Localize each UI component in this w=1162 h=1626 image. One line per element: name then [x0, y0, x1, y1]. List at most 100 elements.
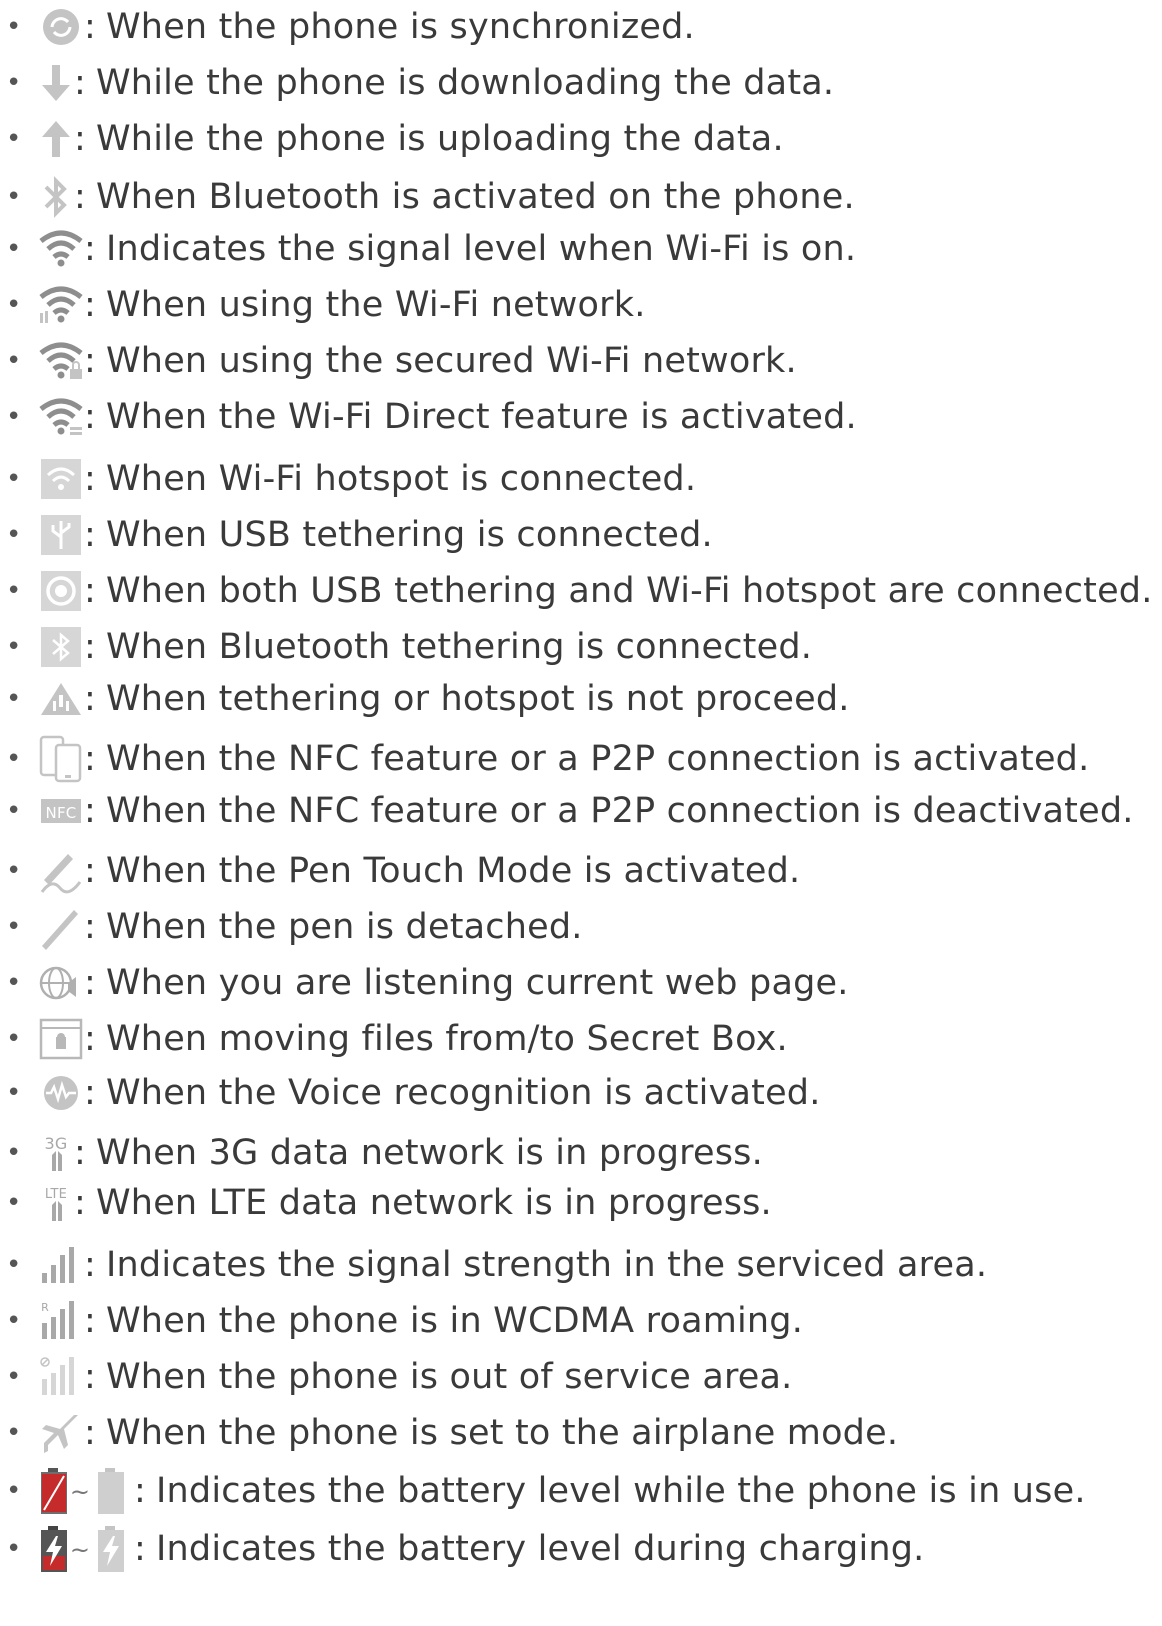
colon: : — [74, 119, 86, 159]
list-item-text: While the phone is uploading the data. — [96, 119, 784, 159]
colon: : — [84, 739, 96, 779]
bullet: • — [6, 346, 22, 376]
list-item: • : When using the secured Wi-Fi network… — [0, 336, 797, 386]
nfc-label: NFC — [46, 804, 77, 822]
wifi-secured-icon — [38, 339, 84, 383]
list-item: • : When USB tethering is connected. — [0, 510, 713, 560]
bullet: • — [6, 1250, 22, 1280]
list-item: • : When both USB tethering and Wi-Fi ho… — [0, 566, 1153, 616]
bullet: • — [6, 12, 22, 42]
bullet: • — [6, 234, 22, 264]
list-item: • : Indicates the signal level when Wi-F… — [0, 224, 856, 274]
list-item: • : When the phone is synchronized. — [0, 2, 695, 52]
colon: : — [84, 627, 96, 667]
bullet: • — [6, 68, 22, 98]
list-item-text: When both USB tethering and Wi-Fi hotspo… — [106, 571, 1153, 611]
list-item-text: When the Pen Touch Mode is activated. — [106, 851, 801, 891]
colon: : — [74, 1183, 86, 1223]
list-item-text: When LTE data network is in progress. — [96, 1183, 772, 1223]
upload-icon — [38, 117, 74, 161]
3g-icon: 3G — [38, 1131, 74, 1175]
list-item-text: When the NFC feature or a P2P connection… — [106, 739, 1090, 779]
colon: : — [74, 1133, 86, 1173]
list-item-text: When 3G data network is in progress. — [96, 1133, 763, 1173]
secret-box-icon — [38, 1017, 84, 1061]
3g-label: 3G — [45, 1134, 68, 1153]
colon: : — [84, 1073, 96, 1113]
list-item: • : When the Wi-Fi Direct feature is act… — [0, 392, 857, 442]
list-item-text: Indicates the signal level when Wi-Fi is… — [106, 229, 857, 269]
lte-label: LTE — [45, 1187, 67, 1202]
bluetooth-tethering-icon — [38, 625, 84, 669]
signal-strength-icon — [38, 1243, 84, 1287]
bullet: • — [6, 402, 22, 432]
colon: : — [84, 397, 96, 437]
list-item-text: When the phone is out of service area. — [106, 1357, 793, 1397]
wifi-network-icon — [38, 283, 84, 327]
list-item: • : When using the Wi-Fi network. — [0, 280, 646, 330]
voice-recognition-icon — [38, 1071, 84, 1115]
list-item-text: When the phone is synchronized. — [106, 7, 695, 47]
list-item-text: When using the Wi-Fi network. — [106, 285, 646, 325]
list-item: • : When Wi-Fi hotspot is connected. — [0, 454, 696, 504]
colon: : — [84, 341, 96, 381]
list-item: • : While the phone is downloading the d… — [0, 58, 834, 108]
airplane-icon — [38, 1411, 84, 1455]
web-listen-icon — [38, 961, 84, 1005]
list-item-text: When moving files from/to Secret Box. — [106, 1019, 788, 1059]
list-item: • : When you are listening current web p… — [0, 958, 849, 1008]
list-item: • : When the Voice recognition is activa… — [0, 1068, 821, 1118]
bullet: • — [6, 1306, 22, 1336]
bullet: • — [6, 182, 22, 212]
bullet: • — [6, 1024, 22, 1054]
list-item-text: When the Wi-Fi Direct feature is activat… — [106, 397, 857, 437]
bullet: • — [6, 1418, 22, 1448]
pen-touch-icon — [38, 849, 84, 894]
list-item: • : When the pen is detached. — [0, 902, 583, 952]
colon: : — [74, 63, 86, 103]
battery-charging-icon: ~ — [38, 1526, 134, 1572]
battery-level-icon: ~ — [38, 1468, 134, 1514]
list-item: • 3G : When 3G data network is in progre… — [0, 1128, 763, 1178]
usb-and-hotspot-icon — [38, 569, 84, 613]
colon: : — [84, 1301, 96, 1341]
list-item: • : When tethering or hotspot is not pro… — [0, 674, 850, 724]
colon: : — [84, 963, 96, 1003]
colon: : — [84, 907, 96, 947]
list-item: • : Indicates the signal strength in the… — [0, 1240, 987, 1290]
roaming-icon: R — [38, 1299, 84, 1343]
list-item-text: Indicates the signal strength in the ser… — [106, 1245, 988, 1285]
bullet: • — [6, 1362, 22, 1392]
list-item: • : When the Pen Touch Mode is activated… — [0, 846, 800, 896]
colon: : — [84, 1413, 96, 1453]
usb-tethering-icon — [38, 513, 84, 557]
bullet: • — [6, 1476, 22, 1506]
bullet: • — [6, 520, 22, 550]
bullet: • — [6, 1138, 22, 1168]
lte-icon: LTE — [38, 1181, 74, 1225]
list-item-text: Indicates the battery level during charg… — [156, 1529, 925, 1569]
list-item-text: When Wi-Fi hotspot is connected. — [106, 459, 697, 499]
colon: : — [74, 177, 86, 217]
list-item: • : When moving files from/to Secret Box… — [0, 1014, 788, 1064]
colon: : — [134, 1471, 146, 1511]
list-item: • : While the phone is uploading the dat… — [0, 114, 784, 164]
list-item: • : When Bluetooth is activated on the p… — [0, 172, 855, 222]
bullet: • — [6, 968, 22, 998]
roaming-label: R — [41, 1301, 49, 1314]
bullet: • — [6, 1078, 22, 1108]
list-item: • : When the NFC feature or a P2P connec… — [0, 734, 1089, 784]
bullet: • — [6, 464, 22, 494]
list-item: • NFC : When the NFC feature or a P2P co… — [0, 786, 1134, 836]
bullet: • — [6, 124, 22, 154]
colon: : — [84, 791, 96, 831]
list-item-text: When the NFC feature or a P2P connection… — [106, 791, 1134, 831]
bullet: • — [6, 744, 22, 774]
pen-detached-icon — [38, 905, 84, 950]
colon: : — [84, 571, 96, 611]
tethering-warning-icon — [38, 677, 84, 721]
bullet: • — [6, 290, 22, 320]
list-item: • : When the phone is set to the airplan… — [0, 1408, 898, 1458]
colon: : — [84, 851, 96, 891]
download-icon — [38, 61, 74, 105]
